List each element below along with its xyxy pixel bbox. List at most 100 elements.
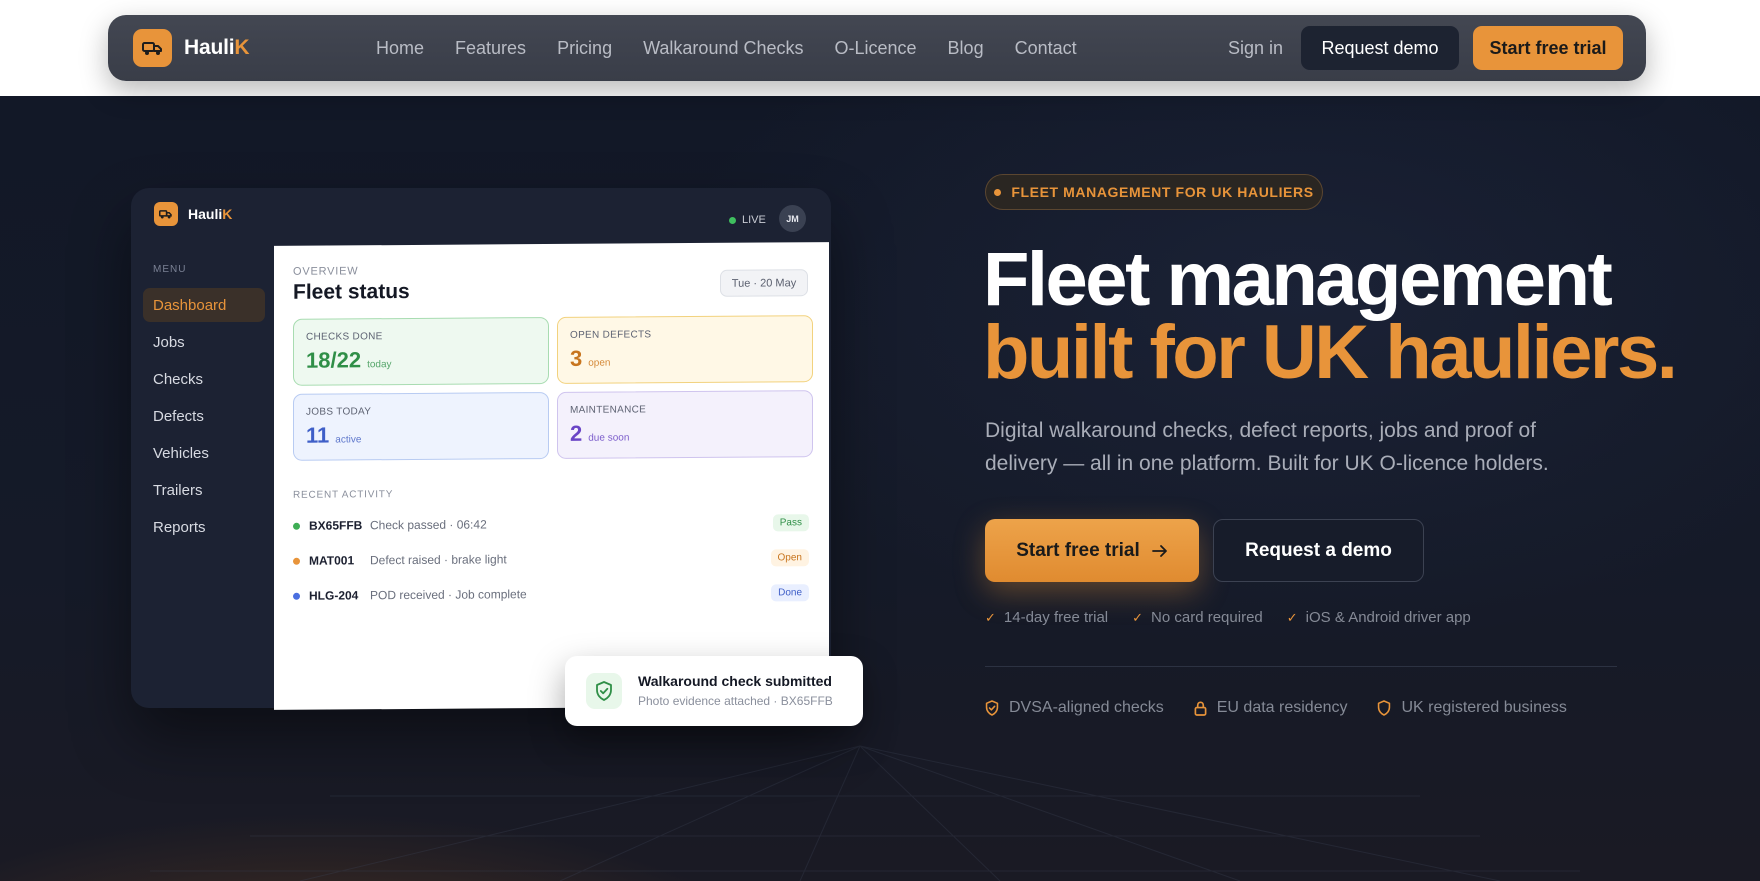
activity-row[interactable]: HLG-204 POD received · Job complete Done [293,582,809,606]
sidebar-item-jobs[interactable]: Jobs [143,325,265,359]
overview-label: OVERVIEW [293,265,359,278]
live-indicator: LIVE [729,214,766,226]
brand-logo[interactable] [133,29,172,67]
nav-link-pricing[interactable]: Pricing [557,38,612,59]
request-demo-button[interactable]: Request demo [1301,26,1459,70]
date-picker[interactable]: Tue · 20 May [720,269,808,297]
recent-activity-label: RECENT ACTIVITY [293,489,394,501]
nav-link-blog[interactable]: Blog [948,38,984,59]
checklist-item: ✓ No card required [1132,609,1263,626]
checklist-label: iOS & Android driver app [1305,609,1471,626]
dashboard-sidebar: MENU Dashboard Jobs Checks Defects Vehic… [131,242,274,708]
hero-start-trial-label: Start free trial [1016,539,1140,561]
sidebar-item-vehicles[interactable]: Vehicles [143,436,265,470]
stat-sub: due soon [588,432,630,444]
arrow-right-icon [1151,544,1167,557]
hero-start-trial-button[interactable]: Start free trial [985,519,1199,582]
trust-label: UK registered business [1401,699,1567,716]
activity-code: MAT001 [309,553,355,568]
shield-icon [1378,700,1391,716]
check-icon: ✓ [1286,609,1298,625]
stat-card-open-defects[interactable]: OPEN DEFECTS 3 open [557,315,813,384]
sidebar-item-defects[interactable]: Defects [143,399,265,433]
status-dot [293,522,300,530]
activity-row[interactable]: BX65FFB Check passed · 06:42 Pass [293,512,809,536]
sign-in-link[interactable]: Sign in [1228,38,1283,59]
hero-request-demo-button[interactable]: Request a demo [1213,519,1424,582]
stat-value: 18/22 [306,347,362,373]
activity-row[interactable]: MAT001 Defect raised · brake light Open [293,547,809,571]
dashboard-main-panel: OVERVIEW Fleet status Tue · 20 May CHECK… [274,242,829,710]
shield-check-icon [586,673,622,709]
menu-label: MENU [153,264,187,275]
pill-label: FLEET MANAGEMENT FOR UK HAULIERS [1011,184,1314,200]
stat-card-checks-done[interactable]: CHECKS DONE 18/22 today [293,317,549,386]
toast-subtitle: Photo evidence attached · BX65FFB [638,694,833,708]
stat-value: 11 [306,422,330,448]
activity-code: HLG-204 [309,588,359,603]
sidebar-item-trailers[interactable]: Trailers [143,473,265,507]
sidebar-item-reports[interactable]: Reports [143,510,265,544]
checklist-label: 14-day free trial [1003,609,1109,626]
stat-label: CHECKS DONE [306,331,383,343]
stat-value: 2 [570,420,583,446]
user-avatar[interactable]: JM [779,205,806,232]
dashboard-brand-main: Hauli [188,206,223,222]
stat-sub: open [588,357,611,369]
toast-title: Walkaround check submitted [638,673,832,689]
status-dot [293,557,300,565]
trust-label: EU data residency [1216,699,1348,716]
start-free-trial-button[interactable]: Start free trial [1473,26,1623,70]
sidebar-item-checks[interactable]: Checks [143,362,265,396]
pill-dot [994,188,1002,196]
activity-desc: Defect raised · brake light [370,552,507,568]
lock-icon [1194,700,1207,716]
trust-label: DVSA-aligned checks [1009,699,1164,716]
activity-desc: Check passed · 06:42 [370,517,487,533]
live-dot [729,216,736,224]
checklist-item: ✓ iOS & Android driver app [1287,609,1471,626]
live-label: LIVE [742,214,766,226]
stat-label: JOBS TODAY [306,406,372,418]
brand-name[interactable]: HauliK [184,36,250,60]
truck-icon [141,42,162,55]
category-pill: FLEET MANAGEMENT FOR UK HAULIERS [985,174,1323,210]
top-navbar: HauliK Home Features Pricing Walkaround … [108,15,1646,81]
dashboard-topbar: HauliK LIVE JM [131,188,831,242]
checklist-label: No card required [1151,609,1263,626]
stat-card-jobs-today[interactable]: JOBS TODAY 11 active [293,392,549,461]
notification-toast[interactable]: Walkaround check submitted Photo evidenc… [565,656,863,726]
activity-code: BX65FFB [309,518,363,533]
truck-icon [159,210,172,219]
nav-link-o-licence[interactable]: O-Licence [835,38,917,59]
dashboard-brand: HauliK [188,206,232,222]
stat-sub: today [367,359,392,371]
dashboard-preview: HauliK LIVE JM MENU Dashboard Jobs Check… [131,188,831,710]
headline-line-2: built for UK hauliers. [983,310,1678,395]
hero-checklist: ✓ 14-day free trial ✓ No card required ✓ iO… [985,609,1471,626]
hero-divider [985,666,1617,667]
status-badge: Pass [772,513,809,531]
fleet-status-title: Fleet status [293,279,410,304]
trust-badge-eu-data: EU data residency [1194,699,1348,717]
stat-sub: active [335,434,362,446]
trust-badges: DVSA-aligned checks EU data residency UK… [985,699,1567,717]
nav-link-walkaround-checks[interactable]: Walkaround Checks [643,38,803,59]
nav-link-home[interactable]: Home [376,38,424,59]
dashboard-logo [154,202,178,226]
stat-card-maintenance[interactable]: MAINTENANCE 2 due soon [557,390,813,459]
dashboard-brand-accent: K [222,206,233,222]
sidebar-item-dashboard[interactable]: Dashboard [143,288,265,322]
stat-label: MAINTENANCE [570,404,647,416]
nav-link-features[interactable]: Features [455,38,526,59]
stat-value: 3 [570,345,583,371]
hero-lead-text: Digital walkaround checks, defect report… [985,419,1549,475]
brand-name-accent: K [234,36,250,59]
nav-links: Home Features Pricing Walkaround Checks … [376,15,1108,81]
trust-badge-dvsa: DVSA-aligned checks [985,699,1164,717]
trust-badge-uk-registered: UK registered business [1377,699,1567,717]
status-badge: Done [771,583,809,601]
brand-name-main: Hauli [184,36,235,59]
nav-link-contact[interactable]: Contact [1015,38,1077,59]
activity-desc: POD received · Job complete [370,587,527,603]
